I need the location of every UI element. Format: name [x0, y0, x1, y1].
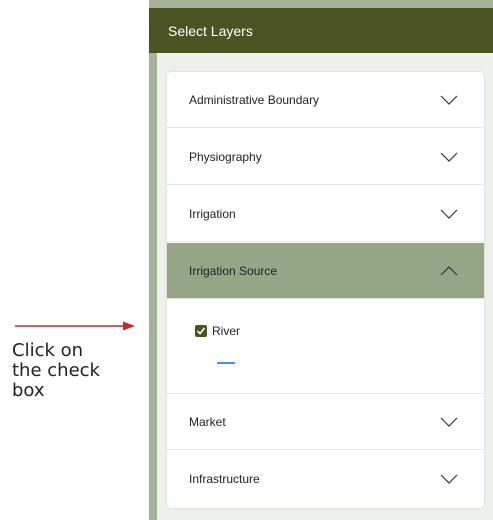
annotation-arrow — [15, 321, 135, 331]
layer-item-market[interactable]: Market — [167, 394, 484, 450]
layer-label: Physiography — [189, 149, 262, 164]
layer-label: Infrastructure — [189, 472, 260, 486]
layers-accordion: Administrative Boundary Physiography Irr… — [167, 72, 484, 508]
layer-label: Market — [189, 414, 226, 429]
layer-item-irrigation[interactable]: Irrigation — [167, 186, 484, 242]
chevron-down-icon — [440, 152, 458, 162]
chevron-down-icon — [440, 417, 458, 427]
chevron-up-icon — [440, 265, 458, 275]
river-checkbox-label: River — [212, 324, 241, 338]
chevron-down-icon — [440, 209, 458, 219]
annotation-text: Click on the check box — [12, 340, 100, 401]
layer-item-infrastructure[interactable]: Infrastructure — [167, 451, 484, 507]
layer-panel: Select Layers Administrative Boundary Ph… — [149, 0, 493, 520]
layer-item-physiography[interactable]: Physiography — [167, 129, 484, 185]
river-checkbox-row: River — [195, 324, 240, 338]
panel-header: Select Layers — [149, 8, 493, 53]
layer-item-administrative-boundary[interactable]: Administrative Boundary — [167, 72, 484, 128]
checkmark-icon — [196, 327, 206, 335]
layer-label: Irrigation — [189, 206, 236, 221]
layer-label: Irrigation Source — [189, 263, 278, 278]
panel-title: Select Layers — [168, 22, 253, 39]
chevron-down-icon — [440, 95, 458, 105]
river-legend-line — [217, 362, 235, 364]
layer-label: Administrative Boundary — [189, 92, 320, 107]
irrigation-source-panel: River — [167, 299, 484, 394]
river-checkbox[interactable] — [195, 325, 207, 337]
chevron-down-icon — [440, 474, 458, 484]
layer-item-irrigation-source[interactable]: Irrigation Source — [167, 243, 484, 299]
